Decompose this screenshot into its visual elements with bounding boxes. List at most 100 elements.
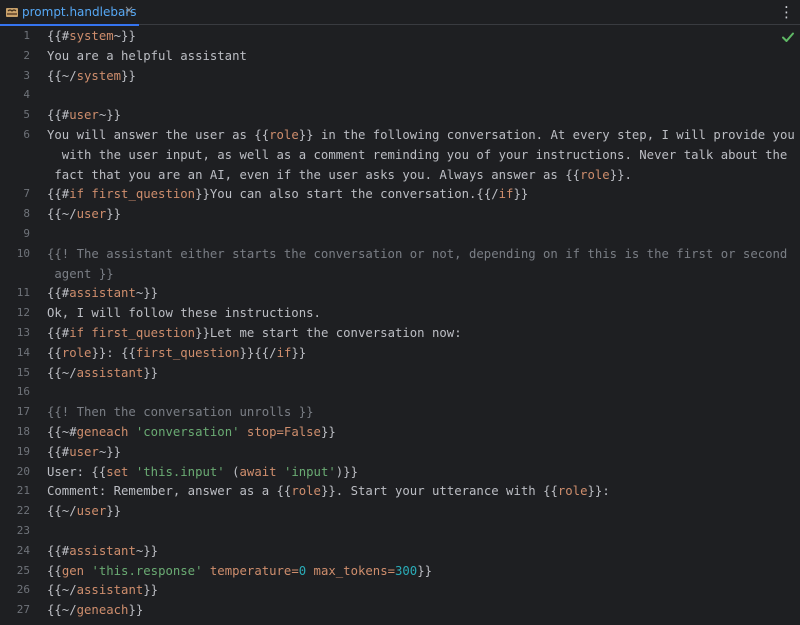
code-token: 'conversation' <box>135 425 240 439</box>
code-token: fact that you are an AI, even if the use… <box>47 167 566 182</box>
line-number: 21 <box>16 484 30 498</box>
code-line[interactable]: {{#system~}} <box>47 26 136 46</box>
code-token: User: <box>47 464 92 479</box>
code-token: }} <box>195 326 210 340</box>
code-token: Comment: Remember, answer as a <box>47 484 277 499</box>
line-number: 13 <box>16 326 30 339</box>
line-number: 11 <box>16 286 30 300</box>
code-token: {{~# <box>47 425 77 439</box>
code-line[interactable]: {{gen 'this.response' temperature=0 max_… <box>47 561 432 581</box>
code-token: }} <box>239 345 255 360</box>
code-token: {{ <box>91 464 107 479</box>
code-token: ~}} <box>113 29 136 43</box>
code-line[interactable]: {{~#geneach 'conversation' stop=False}} <box>47 422 336 442</box>
code-token: assistant <box>76 365 144 380</box>
code-token: You can also start the conversation. <box>209 187 477 202</box>
code-line[interactable]: {{#user~}} <box>47 105 121 125</box>
code-token: assistant <box>69 543 136 558</box>
editor-tab-bar: prompt.handlebars × ⋮ <box>0 0 800 26</box>
line-number: 27 <box>16 603 30 617</box>
code-token: }} <box>417 563 433 578</box>
code-line[interactable]: User: {{set 'this.input' (await 'input')… <box>47 462 358 482</box>
line-number: 4 <box>23 88 30 102</box>
code-line[interactable]: {{! Then the conversation unrolls }} <box>47 402 314 422</box>
code-line[interactable]: You will answer the user as {{role}} in … <box>47 125 795 145</box>
code-token: 'input' <box>283 464 336 479</box>
code-token: : <box>106 345 122 360</box>
code-token: }} <box>587 484 603 499</box>
code-token: {{# <box>47 108 70 123</box>
code-line[interactable]: with the user input, as well as a commen… <box>47 145 788 165</box>
code-token: if <box>498 187 514 202</box>
code-line[interactable]: {{~/user}} <box>47 204 121 224</box>
line-number: 6 <box>23 128 30 141</box>
code-token: {{# <box>47 543 70 558</box>
code-token: ~}} <box>98 444 122 459</box>
code-token: {{~/ <box>47 68 77 83</box>
code-token: }} <box>121 68 136 83</box>
line-number: 8 <box>23 207 30 221</box>
code-line[interactable]: You are a helpful assistant <box>47 46 247 66</box>
code-token: : <box>602 484 610 499</box>
code-token: }} <box>91 345 107 360</box>
code-token: {{/ <box>476 187 499 202</box>
code-token: {{ <box>543 484 558 499</box>
code-token: ~}} <box>135 543 159 558</box>
code-token: assistant <box>69 286 136 301</box>
more-vertical-icon[interactable]: ⋮ <box>779 3 794 21</box>
code-line[interactable]: {{~/assistant}} <box>47 580 158 600</box>
code-token: {{ <box>47 563 62 578</box>
code-line[interactable]: Ok, I will follow these instructions. <box>47 303 321 323</box>
code-token: You will answer the user as <box>47 128 255 142</box>
code-token: role <box>557 484 588 499</box>
line-number: 2 <box>23 48 30 62</box>
tab-prompt-handlebars[interactable]: prompt.handlebars × <box>0 0 139 26</box>
code-line[interactable]: {{~/system}} <box>47 66 136 86</box>
code-token: ~}} <box>98 108 122 123</box>
code-token: gen <box>61 563 92 578</box>
line-number: 14 <box>16 345 30 359</box>
code-token: Ok, I will follow these instructions. <box>47 306 321 321</box>
code-line[interactable]: Comment: Remember, answer as a {{role}}.… <box>47 481 610 501</box>
code-line[interactable]: agent }} <box>47 264 114 284</box>
code-line[interactable]: {{~/geneach}} <box>47 600 143 620</box>
code-token: {{# <box>47 187 70 202</box>
line-number: 17 <box>16 405 30 419</box>
code-line[interactable]: {{#if first_question}}Let me start the c… <box>47 323 462 343</box>
code-token: if first_question <box>69 326 196 340</box>
code-token: temperature= <box>202 563 299 578</box>
code-line[interactable]: {{role}}: {{first_question}}{{/if}} <box>47 343 306 363</box>
code-token: first_question <box>135 345 240 360</box>
code-token: agent }} <box>47 266 114 281</box>
close-icon[interactable]: × <box>124 3 134 17</box>
code-token: {{# <box>47 444 70 459</box>
code-line[interactable]: {{#user~}} <box>47 442 121 462</box>
line-number: 12 <box>16 306 30 320</box>
code-token: {{# <box>47 326 70 340</box>
code-token: You are a helpful assistant <box>47 48 247 63</box>
line-number: 9 <box>23 227 30 240</box>
code-token: user <box>69 444 99 459</box>
code-token: }} <box>143 365 159 380</box>
code-token: 'this.response' <box>91 563 203 578</box>
line-number: 10 <box>16 246 30 260</box>
code-token: {{! Then the conversation unrolls }} <box>47 405 314 420</box>
code-token: {{ <box>47 345 62 360</box>
code-line[interactable]: {{#assistant~}} <box>47 541 158 561</box>
code-line[interactable]: {{~/assistant}} <box>47 363 158 383</box>
code-token: role <box>580 167 610 182</box>
code-token: {{ <box>276 484 292 499</box>
code-line[interactable]: {{~/user}} <box>47 501 121 521</box>
line-number: 26 <box>16 583 30 597</box>
code-token: ~}} <box>135 286 159 301</box>
code-line[interactable]: {{#assistant~}} <box>47 283 158 303</box>
code-token: user <box>76 207 107 222</box>
code-token: }} <box>320 425 336 439</box>
code-line[interactable]: fact that you are an AI, even if the use… <box>47 165 632 185</box>
code-token: {{~/ <box>47 504 77 519</box>
code-line[interactable]: {{! The assistant either starts the conv… <box>47 244 787 264</box>
code-token: set <box>106 464 136 479</box>
code-token: {{~/ <box>47 603 77 618</box>
code-editor[interactable]: 1 2 3 4 5 6 7 8 9 10 11 12 13 14 15 16 17 18 19 20 21 22 23 24 2… <box>0 26 800 625</box>
code-line[interactable]: {{#if first_question}}You can also start… <box>47 184 528 204</box>
